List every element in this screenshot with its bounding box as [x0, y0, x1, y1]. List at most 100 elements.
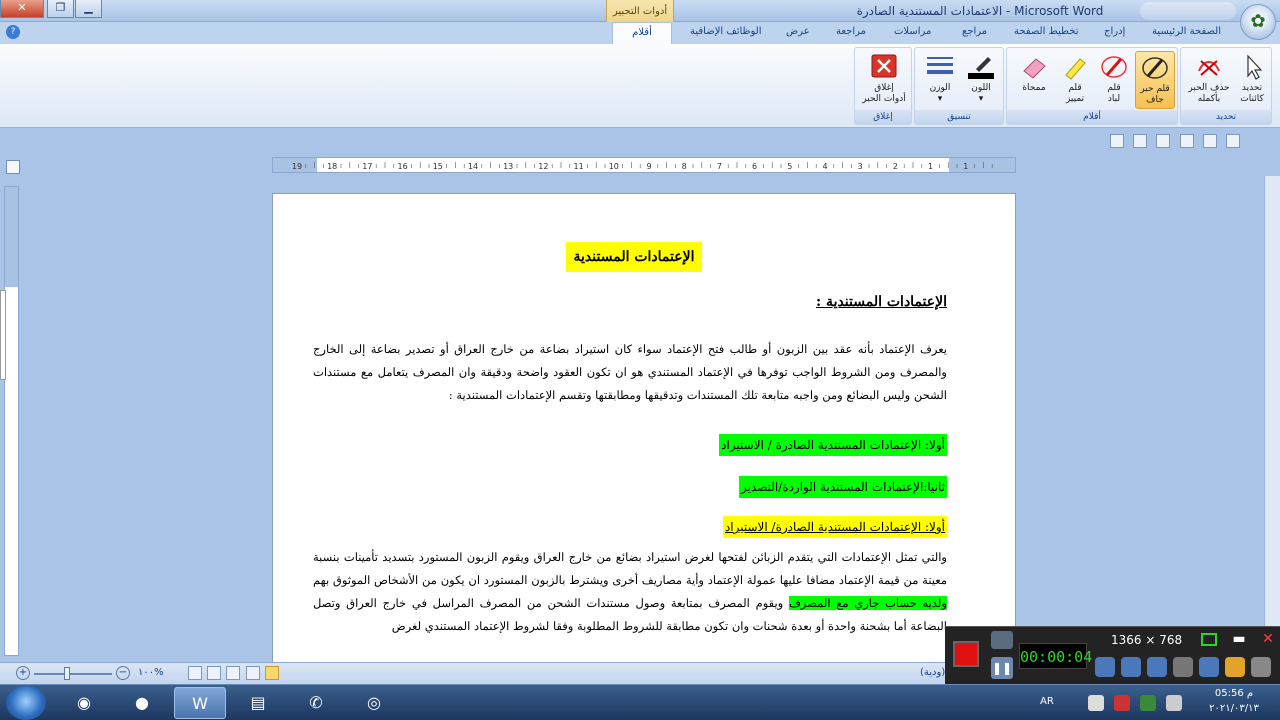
window-close-button[interactable]: ✕ — [0, 0, 44, 18]
close-red-icon — [871, 54, 897, 78]
microphone-icon[interactable] — [1121, 657, 1141, 677]
felt-pen-button[interactable]: قلم لباد — [1095, 51, 1133, 109]
recorder-close-button[interactable]: ✕ — [1259, 631, 1277, 647]
webcam-icon[interactable] — [1147, 657, 1167, 677]
section-heading-import: أولا: الإعتمادات المستندية الصادرة/ الاس… — [722, 516, 947, 538]
weight-button[interactable]: الوزن ▾ — [921, 51, 959, 109]
ruler-label: 17 — [362, 162, 372, 171]
clock-time[interactable]: 05:56 م — [1196, 688, 1272, 699]
group-select: تحديد كائنات حذف الحبر بأكمله تحديد — [1180, 47, 1272, 125]
web-layout-button[interactable] — [226, 666, 241, 680]
cursor-icon[interactable] — [1173, 657, 1193, 677]
recorder-taskbar-icon[interactable]: ◎ — [348, 687, 400, 719]
ruler-ticks: 19 18 17 16 15 14 13 12 11 10 9 8 7 6 5 4 3 2 1 1 — [292, 162, 993, 171]
draw-pen-icon[interactable] — [1199, 657, 1219, 677]
group-label-select: تحديد — [1181, 110, 1271, 124]
list-item-import: أولا: الإعتمادات المستندية الصادرة / الا… — [719, 434, 947, 456]
tab-view[interactable]: عرض — [786, 26, 810, 37]
volume-icon[interactable] — [1166, 695, 1182, 711]
vertical-ruler[interactable] — [4, 186, 19, 656]
office-logo-icon: ✿ — [1250, 11, 1266, 32]
pause-button[interactable]: ❚❚ — [991, 657, 1013, 679]
color-button[interactable]: اللون ▾ — [961, 51, 1001, 109]
tab-home[interactable]: الصفحة الرئيسية — [1152, 26, 1221, 37]
zoom-slider[interactable] — [34, 673, 112, 675]
zoom-out-button[interactable]: − — [116, 666, 130, 680]
input-language[interactable]: AR — [1040, 696, 1054, 707]
tab-add-ins[interactable]: الوظائف الإضافية — [690, 26, 762, 37]
ruler-label: 8 — [682, 162, 687, 171]
tab-mailings[interactable]: مراسلات — [894, 26, 931, 37]
print-layout-button[interactable] — [264, 666, 279, 680]
full-screen-reading-button[interactable] — [245, 666, 260, 680]
dropdown-arrow-icon[interactable] — [1110, 134, 1124, 148]
folder-icon[interactable] — [1225, 657, 1245, 677]
undo-icon[interactable] — [1202, 134, 1217, 148]
tray-app-icon[interactable] — [1088, 695, 1104, 711]
color-icon — [968, 57, 994, 79]
outline-view-button[interactable] — [207, 666, 222, 680]
zoom-level[interactable]: ١٠٠% — [138, 667, 164, 678]
ruler-label: 12 — [538, 162, 548, 171]
ruler-label: 5 — [787, 162, 792, 171]
highlighter-button[interactable]: قلم تمييز — [1057, 51, 1093, 109]
record-stop-button[interactable] — [953, 641, 979, 667]
tray-shield-icon[interactable] — [1140, 695, 1156, 711]
help-icon[interactable]: ? — [6, 25, 20, 39]
ruler-label: 10 — [609, 162, 619, 171]
document-title: الإعتمادات المستندية — [566, 242, 702, 272]
office-button[interactable]: ✿ — [1240, 4, 1276, 40]
window-minimize-button[interactable]: ▁ — [75, 0, 102, 18]
ruler-label: 19 — [292, 162, 302, 171]
tab-pens[interactable]: أقلام — [612, 22, 672, 44]
erase-all-ink-button[interactable]: حذف الحبر بأكمله — [1185, 51, 1233, 109]
ruler-label: 3 — [858, 162, 863, 171]
tab-page-layout[interactable]: تخطيط الصفحة — [1014, 26, 1079, 37]
window-title: الاعتمادات المستندية الصادرة - Microsoft… — [856, 4, 1104, 18]
tab-insert[interactable]: إدراج — [1104, 26, 1125, 37]
viber-taskbar-icon[interactable]: ✆ — [290, 687, 342, 719]
recorder-minimize-button[interactable]: ▬ — [1229, 631, 1249, 647]
camera-icon[interactable] — [991, 631, 1013, 649]
eraser-button[interactable]: ممحاة — [1015, 51, 1053, 109]
settings-gear-icon[interactable] — [1251, 657, 1271, 677]
recording-resolution[interactable]: 1366 × 768 — [1111, 633, 1182, 647]
clock-date[interactable]: ٢٠٢١/٠٣/١٣ — [1192, 703, 1276, 714]
pen-style-icon[interactable] — [1133, 134, 1148, 148]
select-objects-button[interactable]: تحديد كائنات — [1233, 51, 1271, 109]
side-panel-handle[interactable] — [0, 290, 6, 380]
vertical-scrollbar[interactable] — [1264, 176, 1280, 662]
notepad-taskbar-icon[interactable]: ▤ — [232, 687, 284, 719]
start-button[interactable] — [6, 686, 46, 720]
ruler-toggle-button[interactable] — [6, 160, 20, 174]
horizontal-ruler[interactable]: 19 18 17 16 15 14 13 12 11 10 9 8 7 6 5 4 3 2 1 1 — [272, 157, 1016, 173]
window-restore-button[interactable]: ❐ — [47, 0, 74, 18]
word-taskbar-icon[interactable]: W — [174, 687, 226, 719]
fullscreen-region-icon[interactable] — [1201, 633, 1217, 646]
tab-review[interactable]: مراجعة — [836, 26, 866, 37]
ballpoint-pen-button[interactable]: قلم حبر جاف — [1135, 51, 1175, 109]
language-indicator[interactable]: (ودية) — [920, 667, 945, 678]
format-icon[interactable] — [1225, 134, 1240, 148]
ruler-label: 15 — [433, 162, 443, 171]
firefox-taskbar-icon[interactable]: ● — [116, 687, 168, 719]
network-icon[interactable] — [1114, 695, 1130, 711]
quick-access-toolbar[interactable] — [1140, 2, 1236, 20]
draft-view-button[interactable] — [188, 666, 202, 680]
zoom-in-button[interactable]: + — [16, 666, 30, 680]
taskbar: ◉ ● W ▤ ✆ ◎ AR 05:56 م ٢٠٢١/٠٣/١٣ — [0, 684, 1280, 720]
document-icon[interactable] — [1156, 134, 1171, 148]
recording-timer: 00:00:04 — [1019, 643, 1092, 669]
close-ink-tools-button[interactable]: إغلاق أدوات الحبر — [857, 51, 911, 109]
ruler-label: 1 — [963, 162, 968, 171]
zoom-slider-thumb[interactable] — [64, 667, 70, 680]
erase-ink-icon — [1198, 60, 1220, 76]
arrow-select-icon — [1247, 54, 1263, 80]
eraser-icon — [1023, 58, 1046, 79]
group-close: إغلاق أدوات الحبر إغلاق — [854, 47, 912, 125]
chrome-taskbar-icon[interactable]: ◉ — [58, 687, 110, 719]
tab-references[interactable]: مراجع — [962, 26, 987, 37]
document-page[interactable]: الإعتمادات المستندية الإعتمادات المستندي… — [272, 193, 1016, 673]
speaker-icon[interactable] — [1095, 657, 1115, 677]
page-icon[interactable] — [1179, 134, 1194, 148]
